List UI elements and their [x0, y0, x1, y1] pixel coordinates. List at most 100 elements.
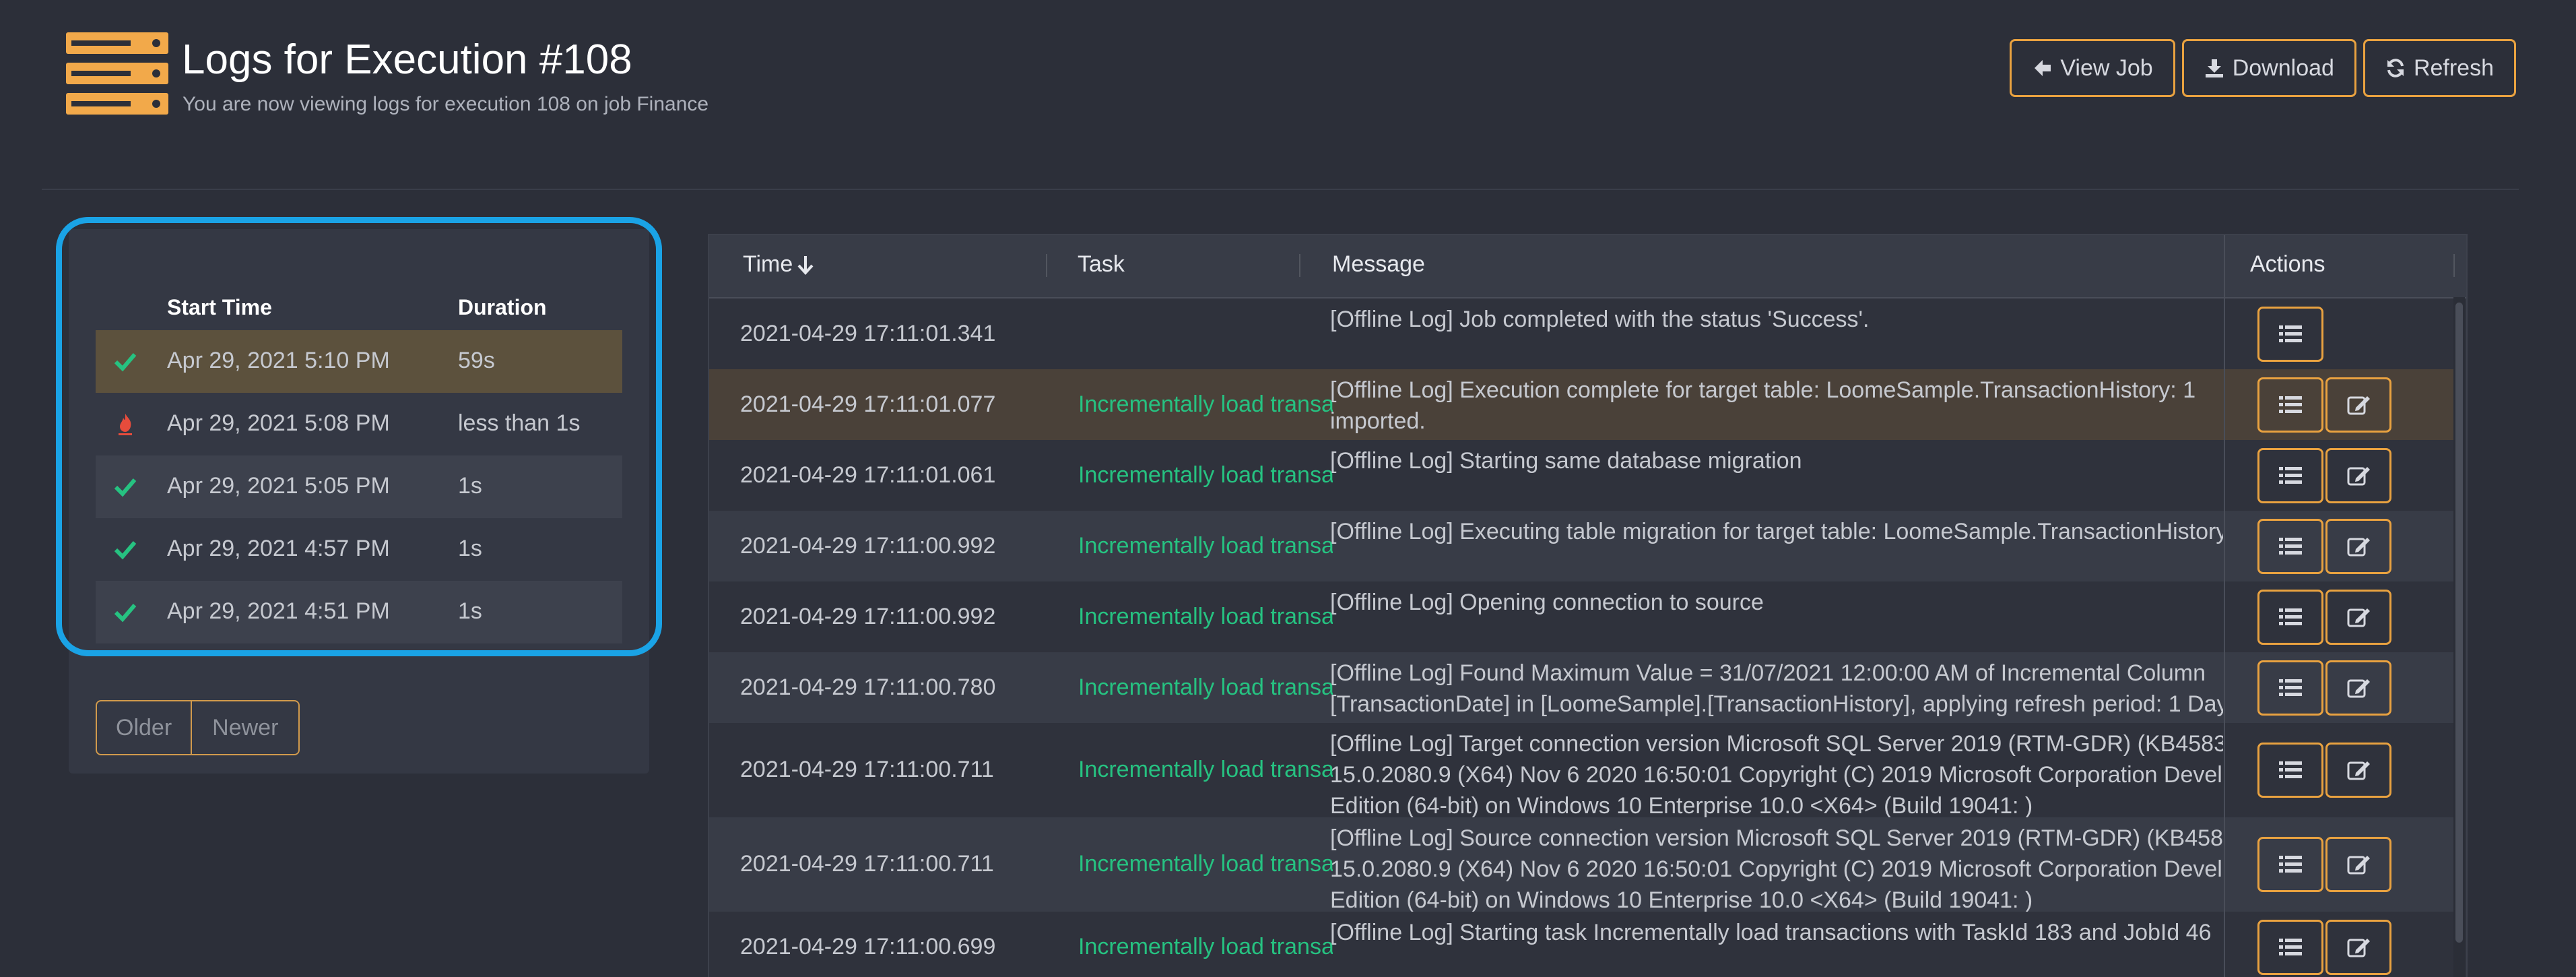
task-column-header[interactable]: Task — [1078, 251, 1125, 278]
log-message-line: [Offline Log] Starting same database mig… — [1330, 448, 1802, 474]
execution-duration: less than 1s — [458, 410, 581, 436]
view-details-button[interactable] — [2257, 307, 2323, 362]
view-details-button[interactable] — [2257, 448, 2323, 503]
log-time: 2021-04-29 17:11:00.711 — [740, 851, 994, 877]
list-icon — [2279, 761, 2302, 778]
list-icon — [2279, 467, 2302, 484]
edit-log-button[interactable] — [2325, 519, 2391, 574]
view-details-button[interactable] — [2257, 590, 2323, 645]
header-actions: View Job Download Refresh — [2010, 39, 2516, 97]
execution-duration: 1s — [458, 598, 482, 624]
edit-log-button[interactable] — [2325, 377, 2391, 433]
executions-pager: Older Newer — [96, 700, 300, 755]
log-row[interactable]: 2021-04-29 17:11:01.341 [Offline Log] Job… — [709, 298, 2453, 369]
edit-log-button[interactable] — [2325, 660, 2391, 716]
execution-start-time: Apr 29, 2021 5:10 PM — [167, 348, 390, 373]
log-time: 2021-04-29 17:11:00.992 — [740, 604, 996, 629]
view-details-button[interactable] — [2257, 920, 2323, 975]
execution-duration: 59s — [458, 348, 495, 373]
view-job-button[interactable]: View Job — [2010, 39, 2175, 97]
log-task: Incrementally load transactions — [1078, 462, 1333, 488]
list-icon — [2279, 939, 2302, 955]
view-details-button[interactable] — [2257, 837, 2323, 892]
column-separator[interactable] — [2453, 254, 2455, 277]
newer-button[interactable]: Newer — [192, 700, 300, 755]
actions-column-divider — [2224, 235, 2225, 977]
log-row[interactable]: 2021-04-29 17:11:00.699 Incrementally loa… — [709, 912, 2453, 977]
log-message: [Offline Log] Found Maximum Value = 31/0… — [1330, 658, 2223, 720]
edit-log-button[interactable] — [2325, 743, 2391, 798]
execution-start-time: Apr 29, 2021 4:57 PM — [167, 536, 390, 561]
executions-table: Start Time Duration Apr 29, 2021 5:10 PM… — [96, 256, 622, 643]
page-subtitle: You are now viewing logs for execution 1… — [183, 93, 709, 115]
log-row[interactable]: 2021-04-29 17:11:01.061 Incrementally loa… — [709, 440, 2453, 511]
edit-log-button[interactable] — [2325, 920, 2391, 975]
view-details-button[interactable] — [2257, 377, 2323, 433]
log-message-line: imported. — [1330, 408, 1426, 434]
log-message-line: [Offline Log] Target connection version … — [1330, 731, 2223, 757]
page-title: Logs for Execution #108 — [182, 36, 632, 83]
log-message: [Offline Log] Execution complete for tar… — [1330, 375, 2223, 437]
log-task: Incrementally load transactions — [1078, 757, 1333, 782]
log-task: Incrementally load transactions — [1078, 391, 1333, 417]
execution-start-time: Apr 29, 2021 5:05 PM — [167, 473, 390, 499]
log-time: 2021-04-29 17:11:01.077 — [740, 391, 996, 417]
execution-start-time: Apr 29, 2021 4:51 PM — [167, 598, 390, 624]
log-message: [Offline Log] Target connection version … — [1330, 728, 2223, 817]
log-message-line: [Offline Log] Job completed with the sta… — [1330, 307, 1870, 332]
log-row[interactable]: 2021-04-29 17:11:00.992 Incrementally loa… — [709, 581, 2453, 652]
download-button[interactable]: Download — [2181, 39, 2356, 97]
log-message: [Offline Log] Source connection version … — [1330, 823, 2223, 912]
view-details-button[interactable] — [2257, 743, 2323, 798]
refresh-button[interactable]: Refresh — [2363, 39, 2516, 97]
actions-column-header: Actions — [2250, 251, 2325, 277]
view-details-button[interactable] — [2257, 519, 2323, 574]
log-message-line: [TransactionDate] in [LoomeSample].[Tran… — [1330, 691, 2223, 717]
list-icon — [2279, 608, 2302, 625]
edit-icon — [2347, 467, 2370, 486]
log-time: 2021-04-29 17:11:01.341 — [740, 321, 996, 346]
older-button[interactable]: Older — [96, 700, 193, 755]
log-row[interactable]: 2021-04-29 17:11:00.711 Incrementally loa… — [709, 723, 2453, 817]
execution-row[interactable]: Apr 29, 2021 5:05 PM 1s — [96, 455, 622, 518]
edit-log-button[interactable] — [2325, 448, 2391, 503]
list-icon — [2279, 325, 2302, 342]
edit-log-button[interactable] — [2325, 837, 2391, 892]
view-details-button[interactable] — [2257, 660, 2323, 716]
edit-icon — [2347, 396, 2370, 415]
check-icon — [114, 541, 137, 560]
time-column-header[interactable]: Time — [743, 251, 814, 278]
logs-scrollbar-thumb[interactable] — [2455, 303, 2463, 943]
column-separator[interactable] — [1046, 254, 1047, 277]
log-message: [Offline Log] Starting same database mig… — [1330, 445, 2223, 476]
log-task: Incrementally load transactions — [1078, 934, 1333, 959]
column-separator[interactable] — [1299, 254, 1300, 277]
message-column-header[interactable]: Message — [1332, 251, 1425, 278]
log-time: 2021-04-29 17:11:00.711 — [740, 757, 994, 782]
log-row[interactable]: 2021-04-29 17:11:00.711 Incrementally loa… — [709, 817, 2453, 912]
log-row[interactable]: 2021-04-29 17:11:00.780 Incrementally loa… — [709, 652, 2453, 723]
log-time: 2021-04-29 17:11:01.061 — [740, 462, 996, 488]
execution-row[interactable]: Apr 29, 2021 4:51 PM 1s — [96, 581, 622, 643]
execution-row[interactable]: Apr 29, 2021 5:08 PM less than 1s — [96, 393, 622, 455]
edit-log-button[interactable] — [2325, 590, 2391, 645]
download-label: Download — [2232, 55, 2334, 81]
start-time-header: Start Time — [167, 295, 272, 319]
list-icon — [2279, 679, 2302, 696]
log-message-line: [Offline Log] Opening connection to sour… — [1330, 590, 1764, 615]
execution-row[interactable]: Apr 29, 2021 4:57 PM 1s — [96, 518, 622, 581]
log-row[interactable]: 2021-04-29 17:11:01.077 Incrementally loa… — [709, 369, 2453, 440]
log-message-line: [Offline Log] Found Maximum Value = 31/0… — [1330, 660, 2206, 686]
executions-panel: Start Time Duration Apr 29, 2021 5:10 PM… — [69, 229, 649, 774]
log-message: [Offline Log] Opening connection to sour… — [1330, 587, 2223, 618]
log-row[interactable]: 2021-04-29 17:11:00.992 Incrementally loa… — [709, 511, 2453, 581]
log-message-line: [Offline Log] Execution complete for tar… — [1330, 377, 2196, 403]
log-message: [Offline Log] Starting task Incrementall… — [1330, 917, 2223, 948]
execution-row[interactable]: Apr 29, 2021 5:10 PM 59s — [96, 330, 622, 393]
server-stack-icon — [66, 32, 168, 115]
logs-grid-header: Time Task Message Actions — [709, 235, 2466, 298]
view-job-label: View Job — [2060, 55, 2153, 81]
check-icon — [114, 478, 137, 497]
log-time: 2021-04-29 17:11:00.699 — [740, 934, 996, 959]
executions-table-header: Start Time Duration — [96, 256, 622, 330]
